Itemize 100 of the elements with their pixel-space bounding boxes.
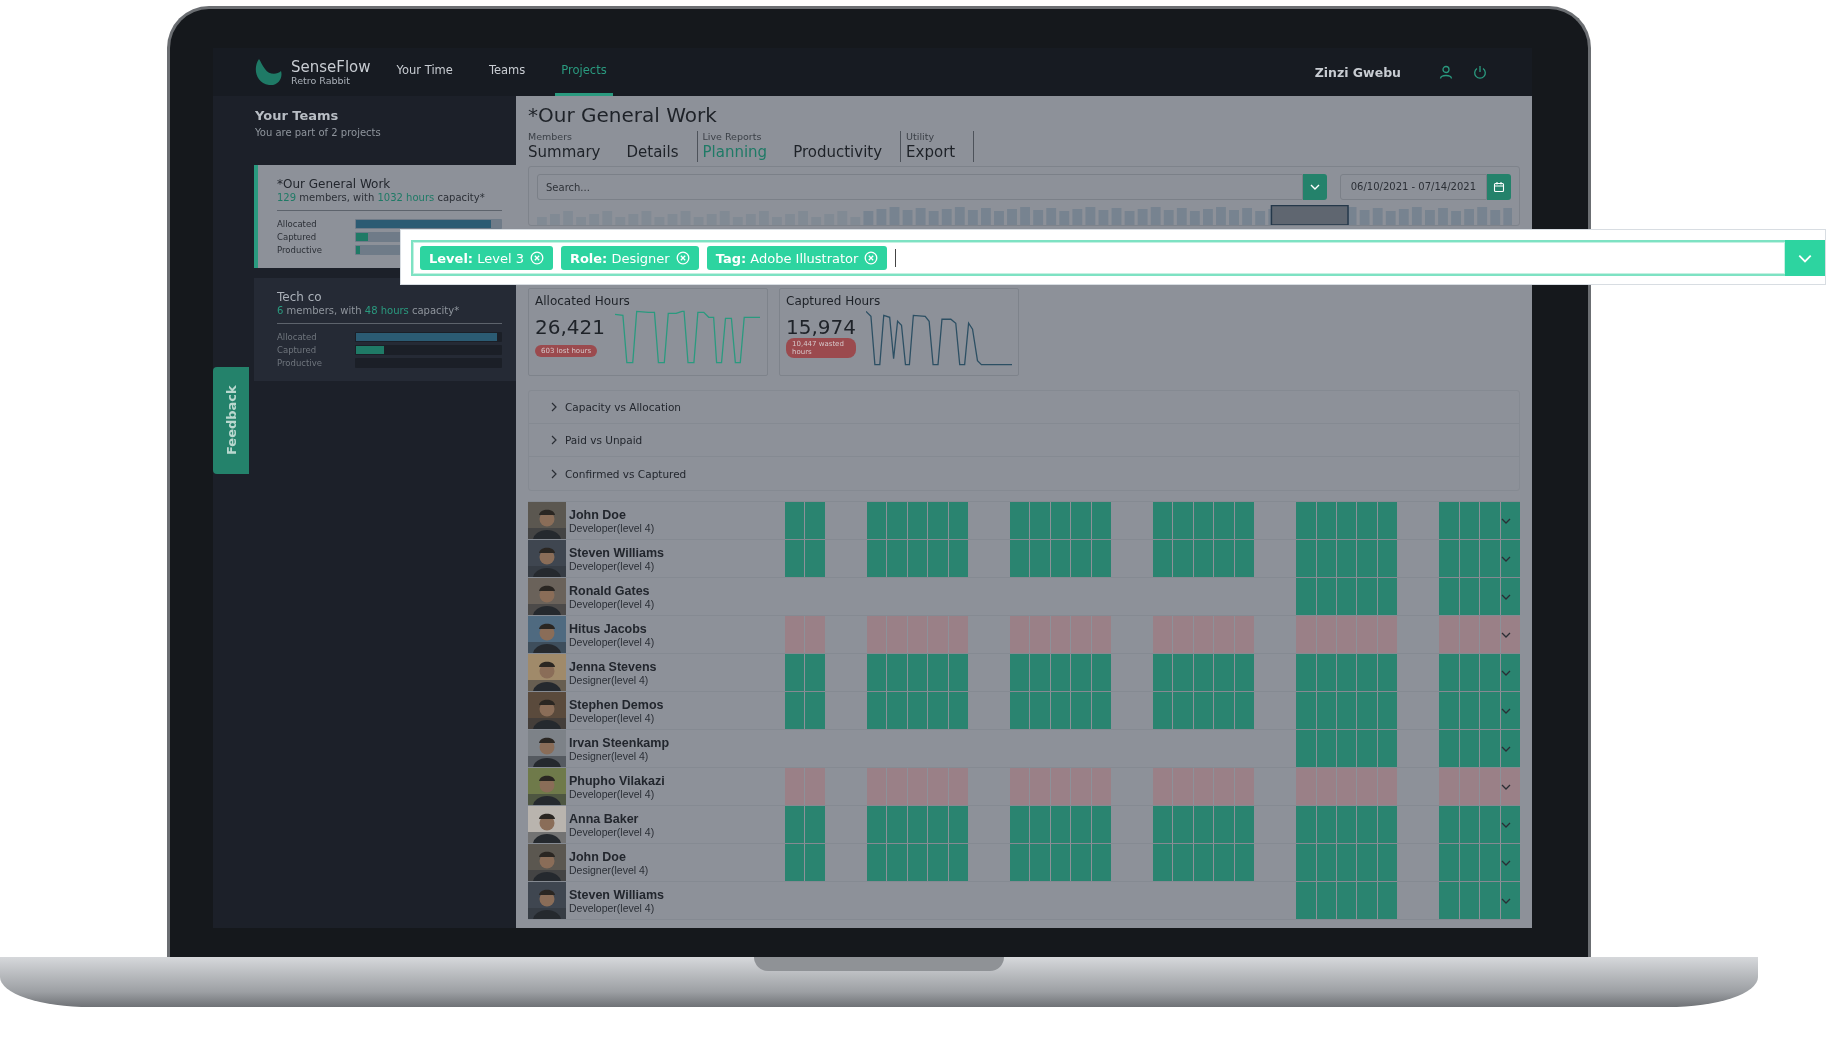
member-name: Steven Williams <box>569 545 666 560</box>
day-cell <box>1296 768 1316 805</box>
day-cell <box>1337 654 1357 691</box>
day-cell <box>866 654 887 691</box>
day-cell <box>1439 654 1459 691</box>
day-cell <box>1071 768 1091 805</box>
day-cell <box>1459 806 1480 843</box>
member-role: Developer(level 4) <box>569 559 656 572</box>
day-cell <box>928 540 948 577</box>
day-cell <box>1153 844 1173 881</box>
day-cell <box>1153 654 1173 691</box>
tab[interactable]: Productivity <box>793 142 883 162</box>
accordion-item[interactable]: Confirmed vs Captured <box>529 457 1519 490</box>
day-cell <box>928 502 948 539</box>
power-icon[interactable] <box>1473 65 1487 79</box>
feedback-tab[interactable]: Feedback <box>213 367 249 474</box>
day-cell <box>1091 844 1112 881</box>
day-cell <box>887 654 907 691</box>
date-range-field[interactable]: 06/10/2021 - 07/14/2021 <box>1339 174 1487 200</box>
day-cell <box>1296 540 1316 577</box>
tab[interactable]: Summary <box>528 142 601 162</box>
day-cell <box>1050 540 1071 577</box>
nav-link[interactable]: Your Time <box>390 48 459 96</box>
day-cell <box>1153 806 1173 843</box>
day-cell <box>887 768 907 805</box>
day-cell <box>948 540 968 577</box>
day-cell <box>1500 502 1520 539</box>
day-cell <box>1091 692 1112 729</box>
day-cell <box>928 844 948 881</box>
project-title: *Our General Work <box>528 102 718 129</box>
day-cell <box>1009 692 1030 729</box>
day-cell <box>1459 654 1480 691</box>
day-cell <box>1500 654 1520 691</box>
bar-label: Allocated <box>277 218 318 229</box>
day-cell <box>1316 616 1336 653</box>
tab-group-label: Utility <box>906 131 936 142</box>
day-cell <box>1030 616 1050 653</box>
day-cell <box>866 768 887 805</box>
day-cell <box>866 540 887 577</box>
day-cell <box>1153 768 1173 805</box>
member-name: John Doe <box>569 849 627 864</box>
day-cell <box>1296 692 1316 729</box>
day-cell <box>866 844 887 881</box>
day-cell <box>1480 578 1500 615</box>
day-cell <box>1091 616 1112 653</box>
day-cell <box>1459 844 1480 881</box>
day-cell <box>907 692 928 729</box>
day-cell <box>1480 616 1500 653</box>
day-cell <box>1500 844 1520 881</box>
member-name: Jenna Stevens <box>569 659 658 674</box>
day-cell <box>1500 692 1520 729</box>
day-cell <box>887 692 907 729</box>
member-name: Hitus Jacobs <box>569 621 648 636</box>
accordion-item[interactable]: Paid vs Unpaid <box>529 424 1519 457</box>
bar-label: Captured <box>277 231 318 242</box>
day-cell <box>1214 844 1234 881</box>
tab[interactable]: Export <box>906 142 956 162</box>
day-cell <box>928 768 948 805</box>
day-cell <box>1071 692 1091 729</box>
day-cell <box>1316 540 1336 577</box>
day-cell <box>1296 882 1316 919</box>
day-cell <box>1480 844 1500 881</box>
user-icon[interactable] <box>1439 65 1453 79</box>
day-cell <box>1030 540 1050 577</box>
day-cell <box>1234 654 1255 691</box>
day-cell <box>866 502 887 539</box>
day-cell <box>1234 692 1255 729</box>
member-name: Ronald Gates <box>569 583 651 598</box>
day-cell <box>1377 616 1398 653</box>
accordion-item[interactable]: Capacity vs Allocation <box>529 391 1519 424</box>
day-cell <box>1459 768 1480 805</box>
day-cell <box>785 502 805 539</box>
tab[interactable]: Details <box>626 142 679 162</box>
day-cell <box>1337 540 1357 577</box>
day-cell <box>1193 540 1214 577</box>
chevron-right-icon <box>549 402 559 412</box>
day-cell <box>1009 502 1030 539</box>
nav-link[interactable]: Teams <box>482 48 532 96</box>
day-cell <box>1459 578 1480 615</box>
day-cell <box>928 692 948 729</box>
day-cell <box>907 616 928 653</box>
search-field[interactable]: Search... <box>537 174 1303 200</box>
day-cell <box>785 540 805 577</box>
day-cell <box>1296 730 1316 767</box>
day-cell <box>1009 654 1030 691</box>
member-role: Developer(level 4) <box>569 825 656 838</box>
team-card[interactable]: Tech co 6 members, with 48 hours capacity* Allocated Captured Productive <box>254 278 516 381</box>
day-cell <box>1357 730 1377 767</box>
day-cell <box>1480 806 1500 843</box>
day-cell <box>1337 502 1357 539</box>
day-cell <box>1050 502 1071 539</box>
day-cell <box>1296 844 1316 881</box>
member-name: Phupho Vilakazi <box>569 773 666 788</box>
bar-label: Captured <box>277 344 318 355</box>
stat-value: 15,974 <box>786 316 857 338</box>
day-cell <box>1500 578 1520 615</box>
calendar-button[interactable] <box>1487 174 1511 200</box>
member-role: Designer(level 4) <box>569 749 649 762</box>
day-cell <box>1377 882 1398 919</box>
day-cell <box>1296 578 1316 615</box>
